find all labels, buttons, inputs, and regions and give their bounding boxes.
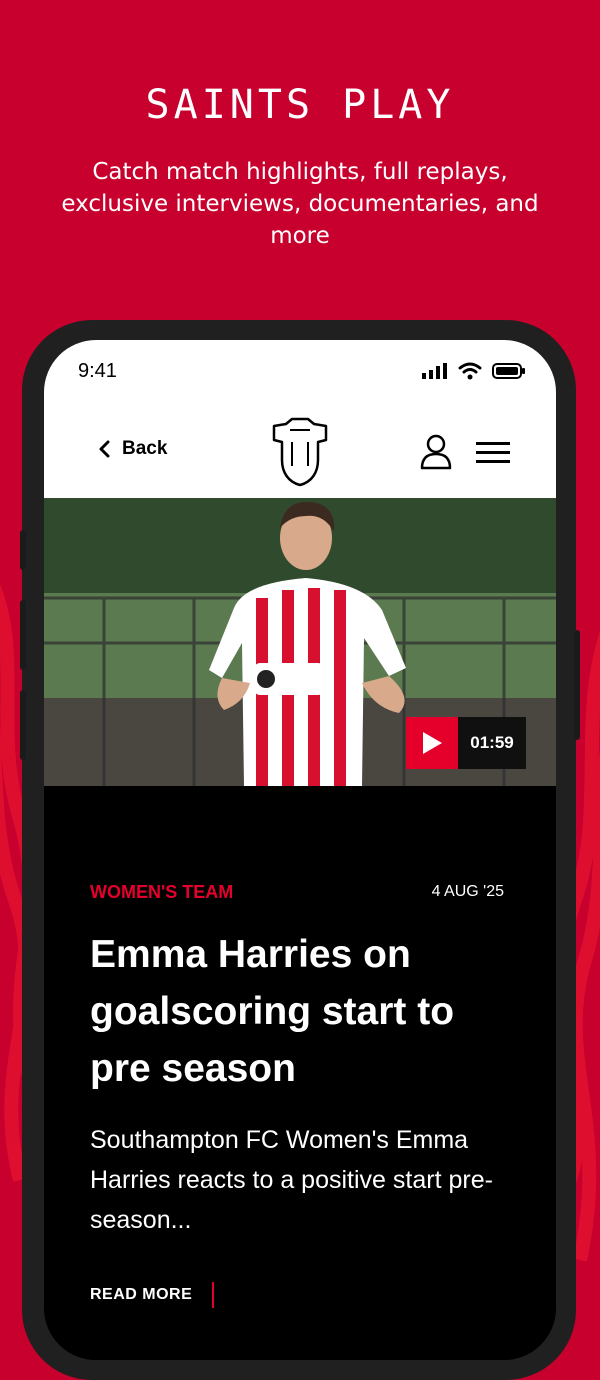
read-more-link[interactable]: READ MORE [90,1286,192,1304]
phone-volume-up-button [20,600,26,670]
back-label: Back [122,438,168,459]
phone-power-button [574,630,580,740]
play-button[interactable] [406,717,458,769]
status-time: 9:41 [78,360,117,382]
app-header: Back [44,404,556,498]
phone-side-button [20,530,26,570]
promo-title: SAINTS PLAY [145,82,455,128]
club-crest-icon[interactable] [268,416,332,488]
article-card[interactable]: WOMEN'S TEAM 4 AUG '25 Emma Harries on g… [44,786,556,1360]
read-more-divider [212,1282,214,1308]
article-summary: Southampton FC Women's Emma Harries reac… [90,1126,493,1234]
phone-screen: 9:41 Back 01:59 WOMEN'S TEAM 4 AUG '25 E… [44,340,556,1360]
article-headline[interactable]: Emma Harries on goalscoring start to pre… [90,926,520,1097]
video-thumbnail[interactable]: 01:59 [44,498,556,786]
chevron-left-icon [99,440,110,458]
back-button[interactable]: Back [98,438,167,460]
phone-volume-down-button [20,690,26,760]
video-duration: 01:59 [458,717,526,769]
account-icon[interactable] [420,434,452,470]
promo-subtitle: Catch match highlights, full replays, ex… [61,159,539,249]
wifi-icon [458,362,482,380]
battery-icon [492,363,525,379]
article-date: 4 AUG '25 [431,883,504,900]
article-category[interactable]: WOMEN'S TEAM [90,882,233,903]
status-bar: 9:41 [44,340,556,404]
menu-icon[interactable] [476,442,510,464]
video-duration-badge[interactable]: 01:59 [406,717,526,769]
status-icons [422,362,526,380]
cellular-signal-icon [422,363,447,379]
play-icon [423,732,442,754]
